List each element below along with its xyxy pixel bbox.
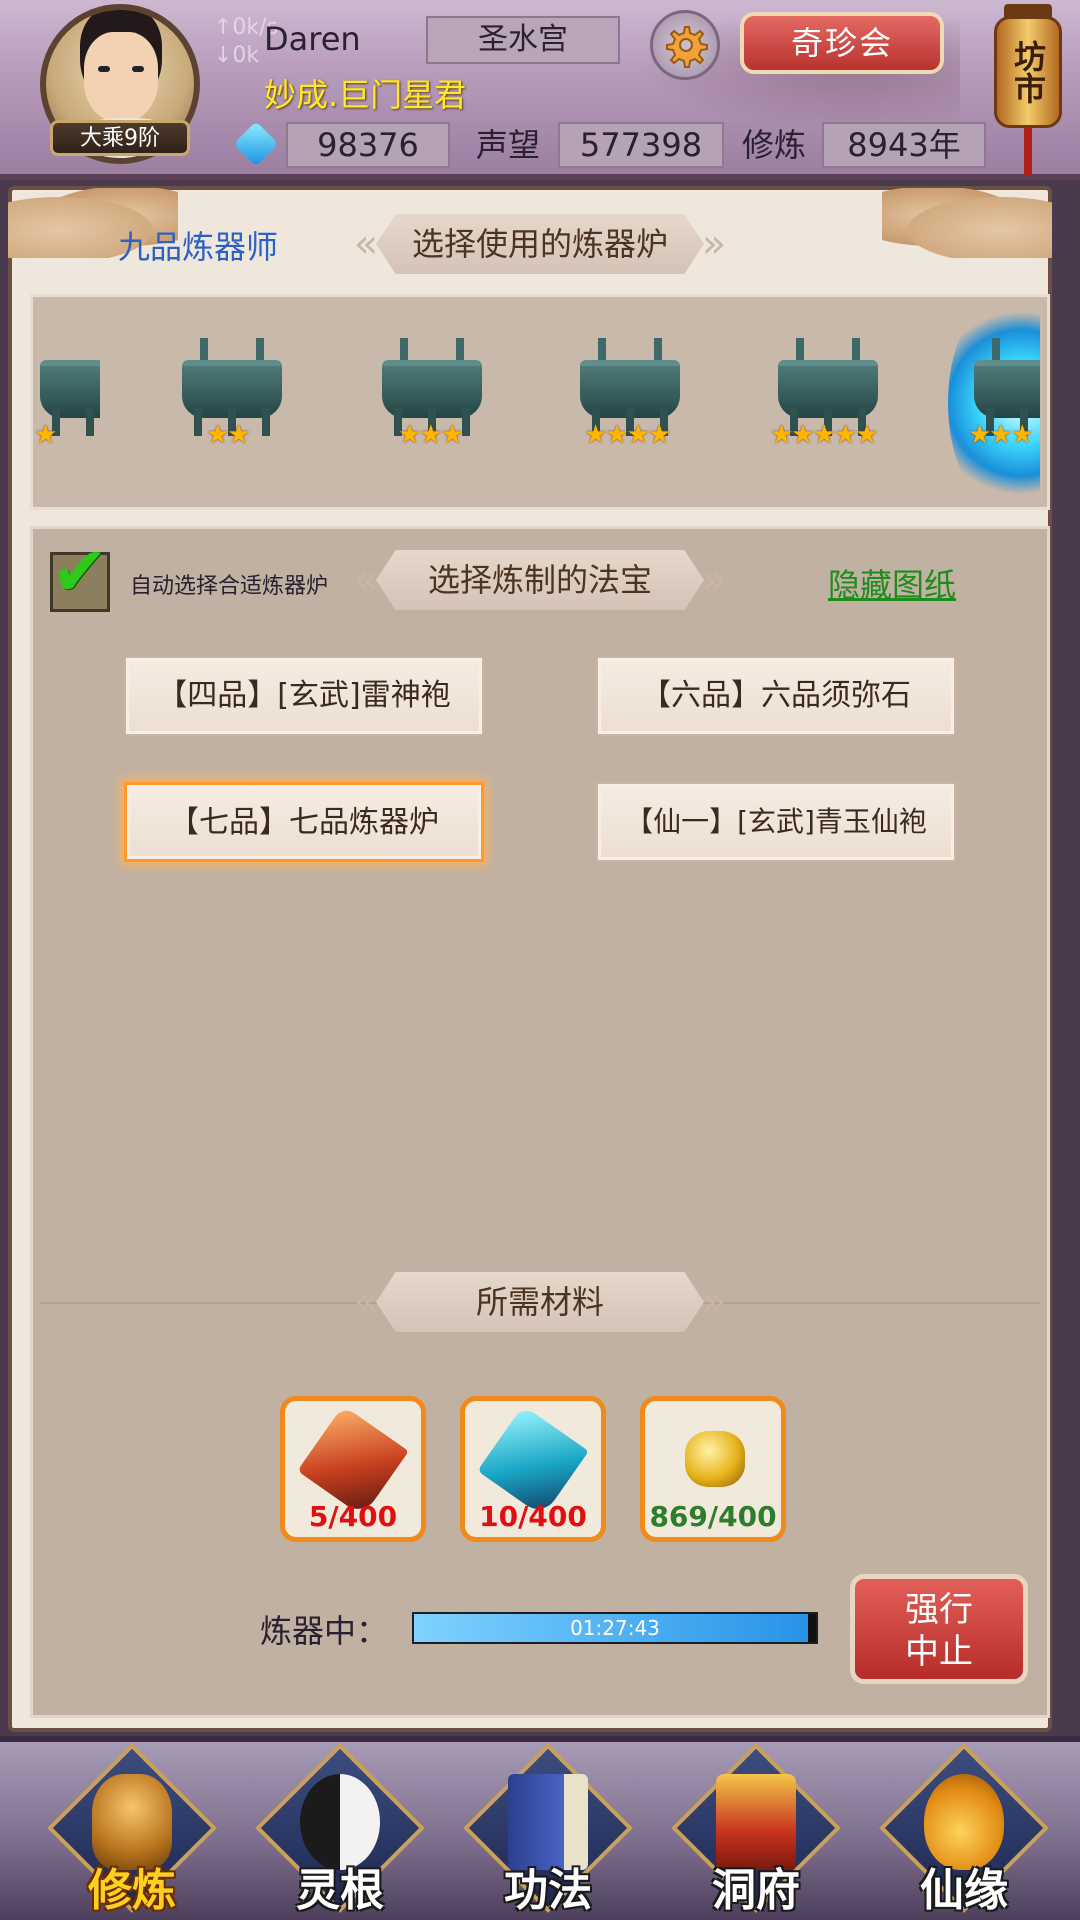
cultivation-value: 8943年 <box>822 122 986 168</box>
realm-badge: 大乘9阶 <box>50 120 190 156</box>
forging-progress-bar: 01:27:43 <box>412 1612 818 1644</box>
market-lantern-button[interactable]: 坊市 <box>990 0 1066 176</box>
recipe-button[interactable]: 【仙一】[玄武]青玉仙袍 <box>596 782 956 862</box>
material-count: 5/400 <box>308 1500 398 1533</box>
player-title: 妙成.巨门星君 <box>264 76 467 114</box>
sect-name[interactable]: 圣水宫 <box>426 16 620 64</box>
spirit-stones-value: 98376 <box>286 122 450 168</box>
star-rating: ★★★★★ <box>770 420 879 450</box>
material-slot[interactable]: 5/400 <box>280 1396 426 1542</box>
nav-immortal-fate[interactable]: 仙缘 <box>876 1743 1052 1916</box>
nav-cave-dwelling[interactable]: 洞府 <box>668 1743 844 1916</box>
cultivation-label: 修炼 <box>742 126 807 164</box>
material-slot[interactable]: 10/400 <box>460 1396 606 1542</box>
settings-button[interactable] <box>650 10 720 80</box>
star-rating: ★★★★ <box>584 420 671 450</box>
nav-label: 洞府 <box>712 1865 800 1916</box>
treasure-auction-button[interactable]: 奇珍会 <box>740 12 944 74</box>
gold-ore-icon <box>685 1431 745 1487</box>
auto-select-checkbox[interactable]: ✔ <box>50 539 110 612</box>
recipe-button-selected[interactable]: 【七品】七品炼器炉 <box>124 782 484 862</box>
forging-status-label: 炼器中： <box>260 1612 389 1650</box>
nav-label: 灵根 <box>296 1865 384 1916</box>
nav-technique[interactable]: 功法 <box>460 1743 636 1916</box>
nav-label: 功法 <box>504 1865 592 1916</box>
nav-label: 仙缘 <box>920 1865 1008 1916</box>
prestige-label: 声望 <box>476 126 541 164</box>
market-label: 坊市 <box>994 16 1062 128</box>
cloud-ornament <box>882 188 1052 258</box>
smith-rank: 九品炼器师 <box>118 228 279 266</box>
nav-cultivate[interactable]: 修炼 <box>44 1743 220 1916</box>
star-rating: ★★★ <box>968 420 1034 450</box>
checkmark-icon: ✔ <box>51 533 108 612</box>
treasure-section-title: 选择炼制的法宝 <box>376 550 704 610</box>
hide-recipes-link[interactable]: 隐藏图纸 <box>828 560 956 606</box>
star-rating: ★ <box>34 420 57 450</box>
furnace-section-title: 选择使用的炼器炉 <box>376 214 704 274</box>
gear-icon <box>666 26 708 68</box>
star-rating: ★★ <box>206 420 251 450</box>
materials-title: 所需材料 <box>376 1272 704 1332</box>
material-count: 10/400 <box>479 1500 587 1533</box>
player-name: Daren <box>264 20 361 58</box>
nav-label: 修炼 <box>88 1865 176 1916</box>
progress-time: 01:27:43 <box>570 1616 660 1640</box>
material-count: 869/400 <box>649 1500 777 1533</box>
prestige-value: 577398 <box>558 122 724 168</box>
recipe-button[interactable]: 【四品】[玄武]雷神袍 <box>124 656 484 736</box>
nav-spirit-root[interactable]: 灵根 <box>252 1743 428 1916</box>
star-rating: ★★★ <box>398 420 464 450</box>
auto-select-label: 自动选择合适炼器炉 <box>130 574 329 599</box>
force-stop-button[interactable]: 强行 中止 <box>850 1574 1028 1684</box>
recipe-button[interactable]: 【六品】六品须弥石 <box>596 656 956 736</box>
material-slot[interactable]: 869/400 <box>640 1396 786 1542</box>
